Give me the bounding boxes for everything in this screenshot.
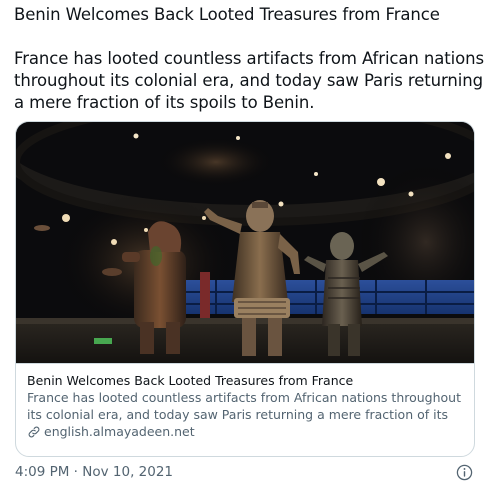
tweet-timestamp[interactable]: 4:09 PM · Nov 10, 2021 — [15, 464, 173, 480]
museum-statues-photo — [16, 122, 474, 363]
card-description: France has looted countless artifacts fr… — [27, 390, 462, 422]
card-domain-text[interactable]: english.almayadeen.net — [44, 423, 195, 440]
tweet-text: Benin Welcomes Back Looted Treasures fro… — [14, 4, 484, 114]
info-icon[interactable] — [456, 464, 473, 481]
link-icon — [27, 425, 41, 439]
tweet-headline: Benin Welcomes Back Looted Treasures fro… — [14, 5, 440, 24]
card-domain[interactable]: english.almayadeen.net — [27, 423, 464, 440]
tweet-body-line: a mere fraction of its spoils to Benin. — [14, 93, 315, 112]
card-title[interactable]: Benin Welcomes Back Looted Treasures fro… — [27, 372, 464, 389]
card-body[interactable]: Benin Welcomes Back Looted Treasures fro… — [16, 363, 474, 456]
card-image[interactable] — [16, 122, 474, 363]
tweet-body-line: France has looted countless artifacts fr… — [14, 49, 484, 68]
tweet-body-line: throughout its colonial era, and today s… — [14, 71, 483, 90]
link-preview-card[interactable]: Benin Welcomes Back Looted Treasures fro… — [15, 121, 475, 457]
